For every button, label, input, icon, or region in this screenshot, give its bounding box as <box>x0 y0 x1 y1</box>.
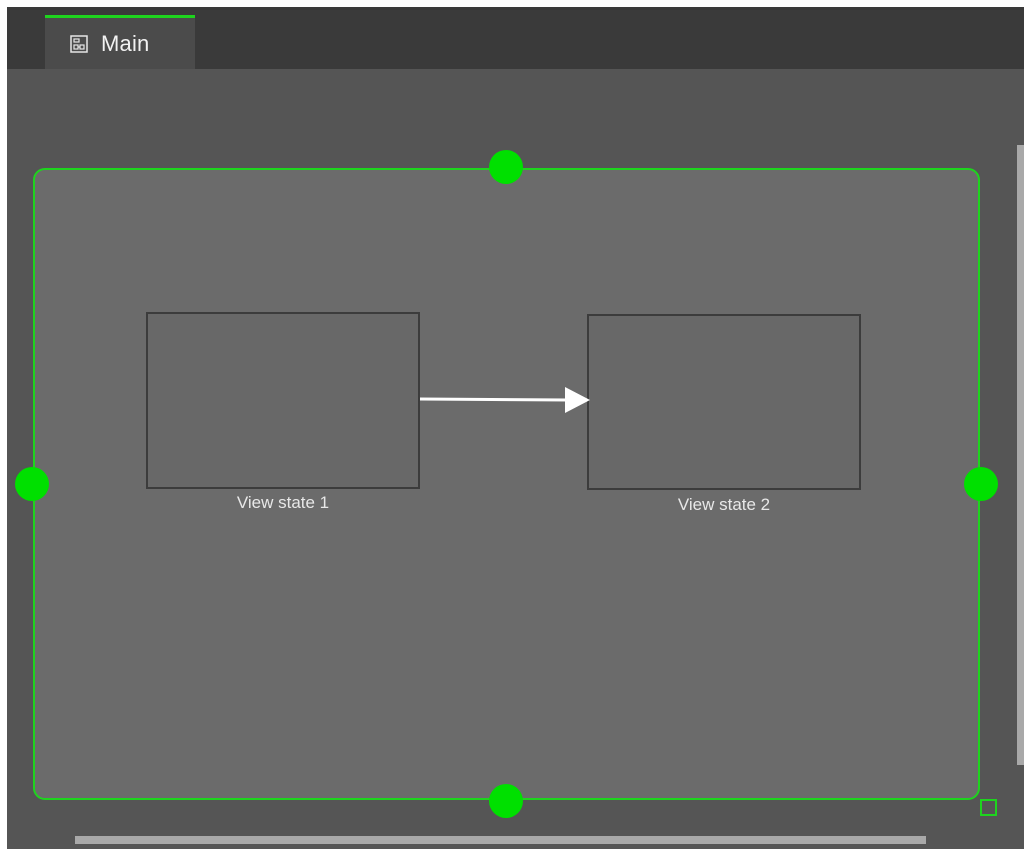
tab-bar: Main <box>7 7 1024 69</box>
resize-handle-right[interactable] <box>964 467 998 501</box>
resize-handle-top[interactable] <box>489 150 523 184</box>
vertical-scrollbar-thumb[interactable] <box>1017 145 1024 765</box>
resize-grip[interactable] <box>980 799 997 816</box>
designer-window: Main View state 1 View state 2 <box>7 7 1024 849</box>
tab-main-label: Main <box>101 30 150 56</box>
tab-main[interactable]: Main <box>45 15 195 69</box>
transition-arrow[interactable] <box>420 385 590 415</box>
view-state-1-label: View state 1 <box>236 493 330 512</box>
view-state-2-box[interactable] <box>587 314 861 490</box>
view-state-1-box[interactable] <box>146 312 420 489</box>
state-machine-icon <box>70 34 88 53</box>
view-state-2-label: View state 2 <box>677 495 771 514</box>
horizontal-scrollbar-thumb[interactable] <box>75 836 926 844</box>
resize-handle-bottom[interactable] <box>489 784 523 818</box>
resize-handle-left[interactable] <box>15 467 49 501</box>
